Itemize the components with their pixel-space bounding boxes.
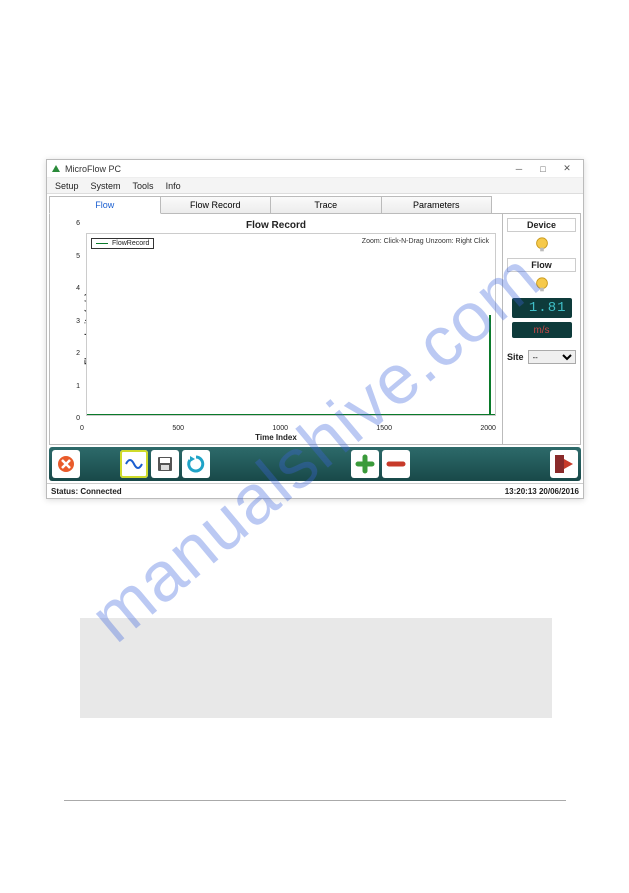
y-ticks: 6 5 4 3 2 1 0 xyxy=(68,220,80,422)
zoom-hint: Zoom: Click-N-Drag Unzoom: Right Click xyxy=(362,238,489,245)
device-label: Device xyxy=(507,218,576,232)
close-button[interactable]: ✕ xyxy=(555,162,579,176)
plus-button[interactable] xyxy=(351,450,379,478)
chart-plot-area[interactable]: FlowRecord Zoom: Click-N-Drag Unzoom: Ri… xyxy=(86,233,496,416)
refresh-button[interactable] xyxy=(182,450,210,478)
bulb-icon xyxy=(533,276,551,294)
site-select[interactable]: -- xyxy=(528,350,576,364)
site-label: Site xyxy=(507,352,524,362)
wave-button[interactable] xyxy=(120,450,148,478)
maximize-button[interactable]: □ xyxy=(531,162,555,176)
flow-label: Flow xyxy=(507,258,576,272)
tab-trace[interactable]: Trace xyxy=(270,196,382,214)
menu-info[interactable]: Info xyxy=(166,181,181,191)
bulb-icon xyxy=(533,236,551,254)
series-spike xyxy=(489,315,491,415)
menu-setup[interactable]: Setup xyxy=(55,181,79,191)
titlebar: MicroFlow PC ─ □ ✕ xyxy=(47,160,583,178)
flow-value-display: 1.81 xyxy=(512,298,572,318)
x-axis-label: Time Index xyxy=(255,433,297,442)
status-bar: Status: Connected 13:20:13 20/06/2016 xyxy=(47,483,583,498)
status-timestamp: 13:20:13 20/06/2016 xyxy=(505,487,579,496)
minus-button[interactable] xyxy=(382,450,410,478)
menu-system[interactable]: System xyxy=(91,181,121,191)
window-title: MicroFlow PC xyxy=(65,164,121,174)
save-button[interactable] xyxy=(151,450,179,478)
cancel-button[interactable] xyxy=(52,450,80,478)
minimize-button[interactable]: ─ xyxy=(507,162,531,176)
app-icon xyxy=(51,164,61,174)
chart-title: Flow Record xyxy=(56,220,496,231)
x-ticks: 0 500 1000 1500 2000 xyxy=(80,425,496,432)
tab-flow[interactable]: Flow xyxy=(49,196,161,214)
toolbar xyxy=(49,447,581,481)
chart-panel: Flow Record Flow velocity (m/s) Time Ind… xyxy=(50,214,502,444)
sidebar: Device Flow 1.81 m/s Site -- xyxy=(502,214,580,444)
menubar: Setup System Tools Info xyxy=(47,178,583,194)
page-divider xyxy=(64,800,566,801)
app-window: MicroFlow PC ─ □ ✕ Setup System Tools In… xyxy=(46,159,584,499)
menu-tools[interactable]: Tools xyxy=(133,181,154,191)
tab-flow-record[interactable]: Flow Record xyxy=(160,196,272,214)
series-baseline xyxy=(87,414,495,415)
tab-bar: Flow Flow Record Trace Parameters xyxy=(49,196,581,214)
exit-button[interactable] xyxy=(550,450,578,478)
chart-legend: FlowRecord xyxy=(91,238,154,249)
flow-unit-display: m/s xyxy=(512,322,572,338)
placeholder-box xyxy=(80,618,552,718)
status-text: Status: Connected xyxy=(51,487,122,496)
tab-parameters[interactable]: Parameters xyxy=(381,196,493,214)
